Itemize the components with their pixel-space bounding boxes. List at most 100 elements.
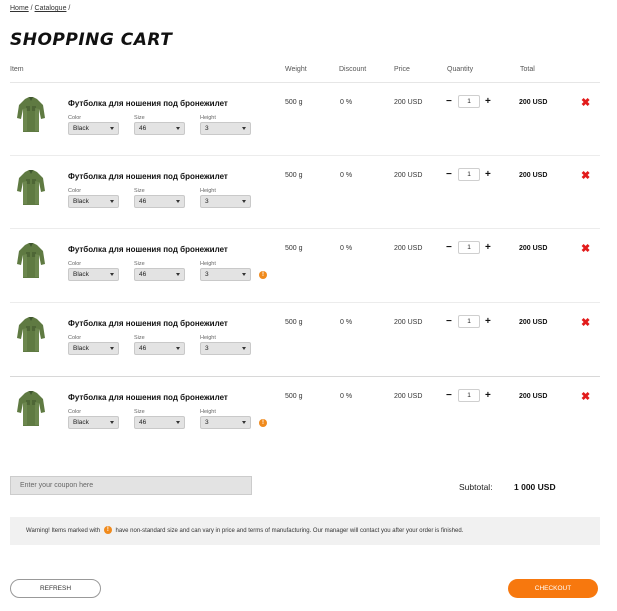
remove-item-icon[interactable]: ✖ xyxy=(581,392,590,403)
quantity-increase-button[interactable]: + xyxy=(485,391,491,401)
size-value: 46 xyxy=(139,125,147,132)
quantity-input[interactable]: 1 xyxy=(458,168,480,181)
weight-value: 500 g xyxy=(285,393,303,400)
warning-notice: Warning! Items marked with ! have non-st… xyxy=(10,517,600,545)
column-header-quantity: Quantity xyxy=(447,66,474,73)
size-select[interactable]: 46 xyxy=(134,342,185,355)
color-select[interactable]: Black xyxy=(68,268,119,281)
height-option: Height 3 xyxy=(200,187,251,208)
product-name[interactable]: Футболка для ношения под бронежилет xyxy=(68,99,228,108)
height-value: 3 xyxy=(205,419,209,426)
coupon-input[interactable]: Enter your coupon here xyxy=(10,476,252,495)
color-select[interactable]: Black xyxy=(68,195,119,208)
height-select[interactable]: 3 xyxy=(200,122,251,135)
remove-item-icon[interactable]: ✖ xyxy=(581,171,590,182)
quantity-decrease-button[interactable]: − xyxy=(446,243,452,253)
breadcrumb-home-link[interactable]: Home xyxy=(10,5,29,12)
color-label: Color xyxy=(68,335,82,341)
size-select[interactable]: 46 xyxy=(134,122,185,135)
color-label: Color xyxy=(68,409,82,415)
height-label: Height xyxy=(200,409,216,415)
breadcrumb-catalogue-link[interactable]: Catalogue xyxy=(35,5,67,12)
price-value: 200 USD xyxy=(394,393,423,400)
size-select[interactable]: 46 xyxy=(134,195,185,208)
size-label: Size xyxy=(134,261,145,267)
quantity-decrease-button[interactable]: − xyxy=(446,391,452,401)
cart-row: Футболка для ношения под бронежилет Colo… xyxy=(10,155,600,227)
product-image[interactable] xyxy=(16,316,46,354)
height-select[interactable]: 3 xyxy=(200,268,251,281)
product-image[interactable] xyxy=(16,390,46,428)
product-image[interactable] xyxy=(16,242,46,280)
total-value: 200 USD xyxy=(519,245,548,252)
size-select[interactable]: 46 xyxy=(134,268,185,281)
height-option: Height 3 xyxy=(200,260,251,281)
quantity-increase-button[interactable]: + xyxy=(485,97,491,107)
height-select[interactable]: 3 xyxy=(200,416,251,429)
size-label: Size xyxy=(134,335,145,341)
quantity-decrease-button[interactable]: − xyxy=(446,317,452,327)
remove-item-icon[interactable]: ✖ xyxy=(581,98,590,109)
refresh-button[interactable]: REFRESH xyxy=(10,579,101,598)
product-name[interactable]: Футболка для ношения под бронежилет xyxy=(68,172,228,181)
column-header-price: Price xyxy=(394,66,410,73)
chevron-down-icon xyxy=(110,127,114,130)
quantity-input[interactable]: 1 xyxy=(458,315,480,328)
color-option: Color Black xyxy=(68,260,119,281)
height-value: 3 xyxy=(205,345,209,352)
page-title: SHOPPING CART xyxy=(10,30,173,50)
column-header-weight: Weight xyxy=(285,66,307,73)
checkout-button[interactable]: CHECKOUT xyxy=(508,579,598,598)
product-name[interactable]: Футболка для ношения под бронежилет xyxy=(68,245,228,254)
height-label: Height xyxy=(200,115,216,121)
product-image[interactable] xyxy=(16,96,46,134)
color-option: Color Black xyxy=(68,114,119,135)
height-option: Height 3 xyxy=(200,334,251,355)
height-select[interactable]: 3 xyxy=(200,342,251,355)
product-image[interactable] xyxy=(16,169,46,207)
color-option: Color Black xyxy=(68,187,119,208)
cart-row: Футболка для ношения под бронежилет Colo… xyxy=(10,228,600,300)
color-value: Black xyxy=(73,271,89,278)
chevron-down-icon xyxy=(242,347,246,350)
quantity-input[interactable]: 1 xyxy=(458,95,480,108)
quantity-input[interactable]: 1 xyxy=(458,241,480,254)
color-select[interactable]: Black xyxy=(68,416,119,429)
product-name[interactable]: Футболка для ношения под бронежилет xyxy=(68,393,228,402)
remove-item-icon[interactable]: ✖ xyxy=(581,244,590,255)
size-select[interactable]: 46 xyxy=(134,416,185,429)
breadcrumb-separator: / xyxy=(68,5,71,12)
color-select[interactable]: Black xyxy=(68,342,119,355)
height-label: Height xyxy=(200,335,216,341)
chevron-down-icon xyxy=(110,421,114,424)
quantity-decrease-button[interactable]: − xyxy=(446,170,452,180)
height-value: 3 xyxy=(205,125,209,132)
total-value: 200 USD xyxy=(519,172,548,179)
chevron-down-icon xyxy=(176,421,180,424)
size-option: Size 46 xyxy=(134,408,185,429)
chevron-down-icon xyxy=(110,347,114,350)
quantity-increase-button[interactable]: + xyxy=(485,243,491,253)
color-option: Color Black xyxy=(68,334,119,355)
color-label: Color xyxy=(68,261,82,267)
color-label: Color xyxy=(68,188,82,194)
size-label: Size xyxy=(134,115,145,121)
chevron-down-icon xyxy=(176,127,180,130)
quantity-increase-button[interactable]: + xyxy=(485,170,491,180)
product-name[interactable]: Футболка для ношения под бронежилет xyxy=(68,319,228,328)
warning-icon: ! xyxy=(103,526,112,535)
price-value: 200 USD xyxy=(394,319,423,326)
size-value: 46 xyxy=(139,198,147,205)
quantity-increase-button[interactable]: + xyxy=(485,317,491,327)
size-option: Size 46 xyxy=(134,114,185,135)
remove-item-icon[interactable]: ✖ xyxy=(581,318,590,329)
color-select[interactable]: Black xyxy=(68,122,119,135)
quantity-decrease-button[interactable]: − xyxy=(446,97,452,107)
height-select[interactable]: 3 xyxy=(200,195,251,208)
column-header-item: Item xyxy=(10,66,24,73)
breadcrumb-separator: / xyxy=(30,5,33,12)
size-option: Size 46 xyxy=(134,260,185,281)
quantity-input[interactable]: 1 xyxy=(458,389,480,402)
chevron-down-icon xyxy=(242,200,246,203)
subtotal-label: Subtotal: xyxy=(459,482,493,492)
